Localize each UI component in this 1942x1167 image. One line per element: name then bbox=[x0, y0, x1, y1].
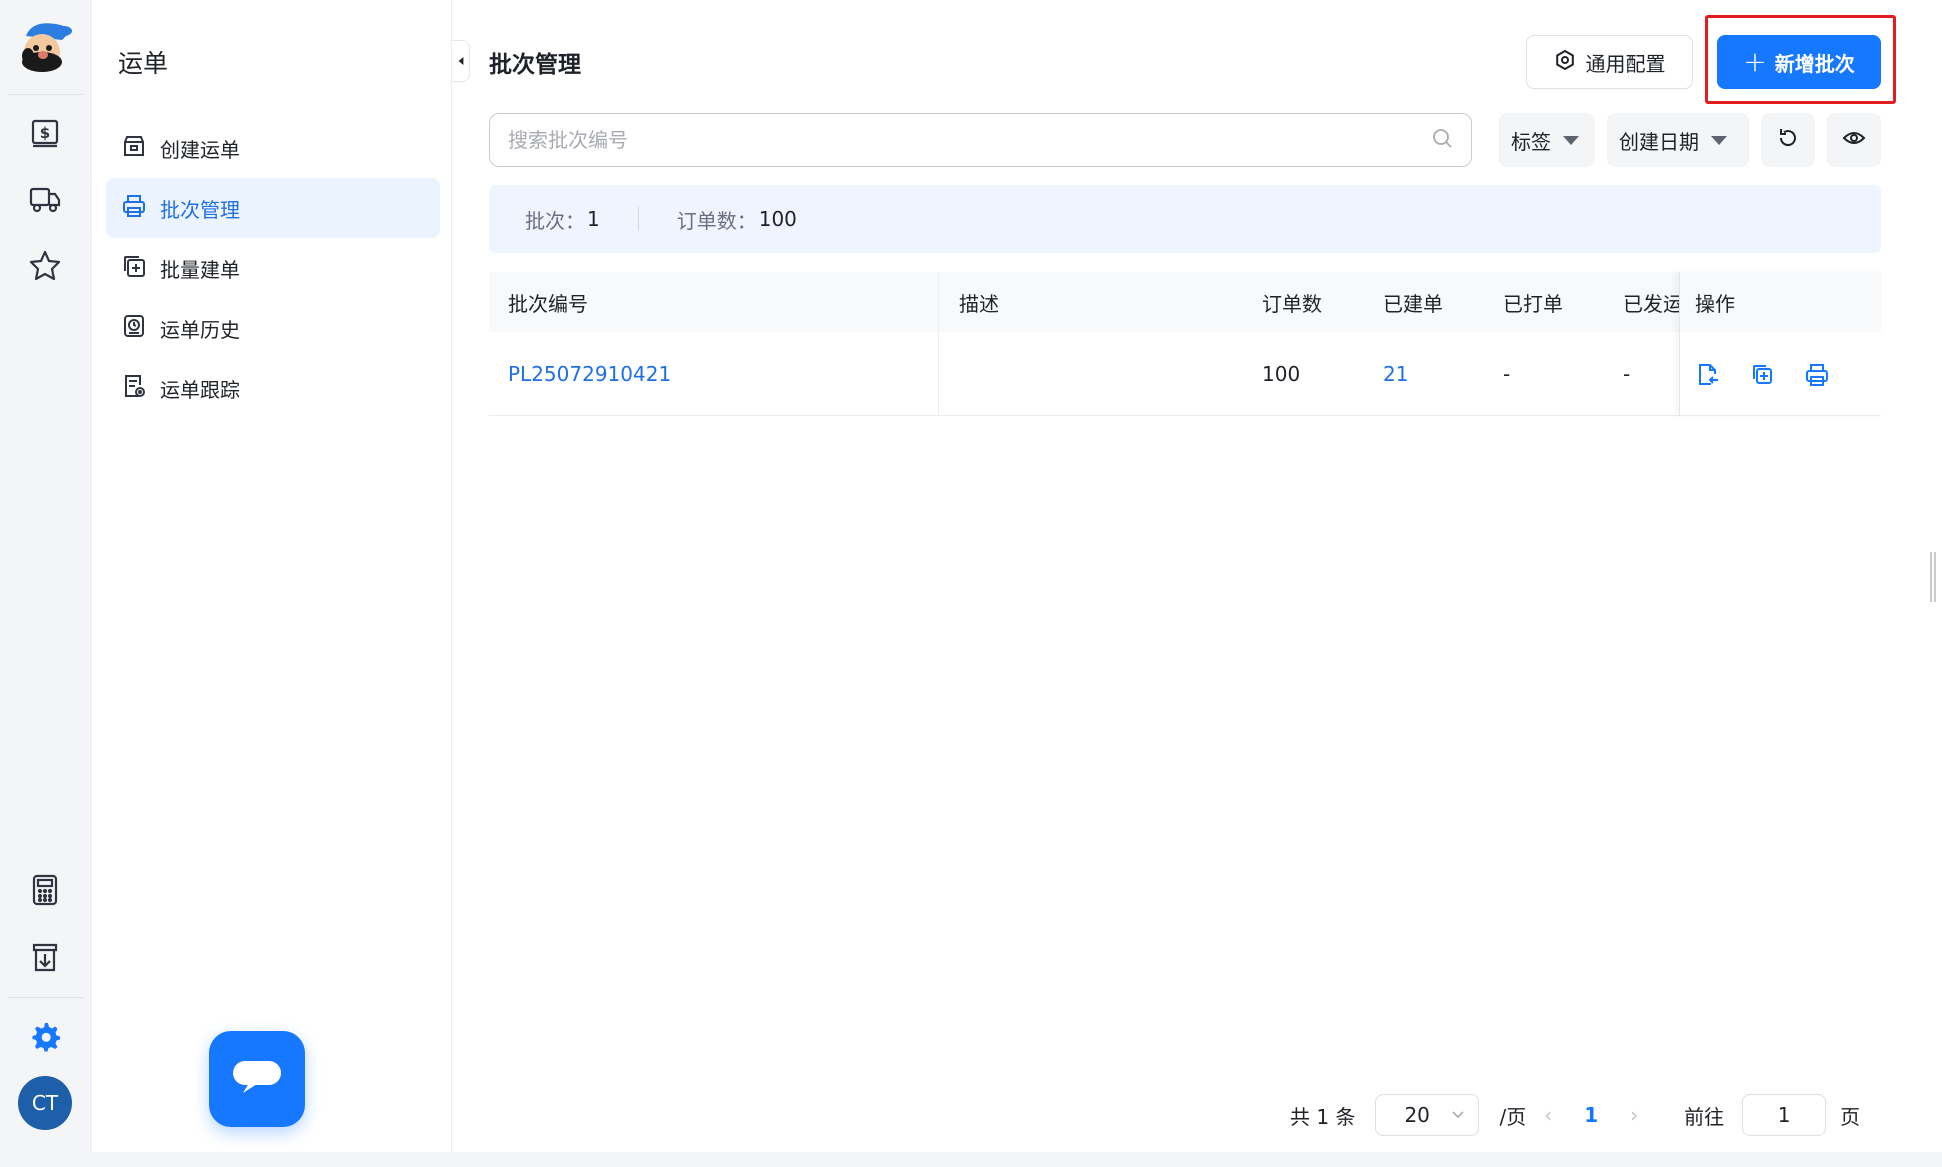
brand-logo-icon[interactable] bbox=[12, 18, 78, 78]
col-shipped: 已发运 bbox=[1623, 291, 1679, 316]
col-built: 已建单 bbox=[1383, 291, 1443, 316]
scrollbar-handle[interactable] bbox=[1930, 552, 1936, 602]
summary-bar: 批次： 1 订单数： 100 bbox=[489, 185, 1881, 253]
column-divider bbox=[938, 272, 939, 416]
col-desc: 描述 bbox=[959, 291, 999, 316]
col-batch-no: 批次编号 bbox=[508, 291, 588, 316]
chevron-down-icon bbox=[1450, 1103, 1466, 1127]
batch-orders: 100 bbox=[1262, 361, 1301, 386]
general-config-button[interactable]: 通用配置 bbox=[1526, 35, 1693, 89]
order-count-label: 订单数： bbox=[676, 208, 757, 233]
goto-label: 前往 bbox=[1684, 1104, 1725, 1129]
batch-count-value: 1 bbox=[587, 207, 600, 231]
sidebar-item-label: 创建运单 bbox=[160, 137, 240, 162]
batch-built-link[interactable]: 21 bbox=[1383, 362, 1408, 386]
col-printed: 已打单 bbox=[1503, 291, 1563, 316]
sidebar-item-batch-management[interactable]: 批次管理 bbox=[106, 178, 440, 238]
general-config-label: 通用配置 bbox=[1585, 51, 1666, 76]
tag-filter-label: 标签 bbox=[1511, 129, 1551, 154]
goto-page-input[interactable]: 1 bbox=[1742, 1094, 1827, 1136]
track-doc-icon bbox=[120, 372, 160, 405]
caret-down-icon bbox=[1711, 135, 1727, 145]
plus-icon: + bbox=[1743, 45, 1767, 78]
page-suffix: 页 bbox=[1840, 1104, 1861, 1129]
printer-icon bbox=[120, 192, 160, 225]
add-batch-label: 新增批次 bbox=[1774, 51, 1855, 76]
star-icon[interactable] bbox=[24, 245, 66, 287]
caret-down-icon bbox=[1563, 135, 1579, 145]
rail-divider bbox=[8, 94, 84, 95]
next-page-button[interactable]: › bbox=[1630, 1103, 1638, 1127]
sidebar-item-waybill-tracking[interactable]: 运单跟踪 bbox=[106, 358, 440, 418]
sidebar-item-label: 批量建单 bbox=[160, 257, 240, 282]
column-visibility-button[interactable] bbox=[1827, 113, 1881, 167]
main-content: 批次管理 通用配置 + 新增批次 标签 创建日期 bbox=[452, 0, 1942, 1167]
sidebar-item-label: 运单历史 bbox=[160, 317, 240, 342]
table-row: PL25072910421 100 21 - - bbox=[489, 332, 1881, 416]
summary-divider bbox=[637, 207, 639, 231]
eye-icon bbox=[1842, 126, 1866, 154]
sidebar-item-create-waybill[interactable]: 创建运单 bbox=[106, 118, 440, 178]
sidebar-title: 运单 bbox=[118, 49, 169, 78]
total-count: 共 1 条 bbox=[1290, 1104, 1356, 1129]
truck-icon[interactable] bbox=[24, 178, 66, 220]
refresh-button[interactable] bbox=[1761, 113, 1815, 167]
current-page[interactable]: 1 bbox=[1584, 1103, 1598, 1127]
batch-count-label: 批次： bbox=[525, 208, 585, 233]
download-doc-icon[interactable] bbox=[24, 936, 66, 978]
col-orders: 订单数 bbox=[1262, 291, 1322, 316]
history-icon bbox=[120, 312, 160, 345]
avatar[interactable]: CT bbox=[18, 1076, 72, 1130]
sidebar-item-bulk-create[interactable]: 批量建单 bbox=[106, 238, 440, 298]
date-filter[interactable]: 创建日期 bbox=[1607, 113, 1749, 167]
batch-no-link[interactable]: PL25072910421 bbox=[508, 362, 671, 386]
page-size-select[interactable]: 20 bbox=[1375, 1094, 1480, 1136]
order-count-value: 100 bbox=[758, 207, 797, 231]
batch-table: 批次编号 描述 订单数 已建单 已打单 已发运 操作 PL25072910421… bbox=[489, 272, 1881, 416]
calculator-icon[interactable] bbox=[24, 869, 66, 911]
page-title: 批次管理 bbox=[489, 52, 581, 78]
svg-text:$: $ bbox=[40, 124, 50, 142]
tag-filter[interactable]: 标签 bbox=[1499, 113, 1595, 167]
bottom-strip bbox=[0, 1152, 1942, 1167]
copy-plus-icon bbox=[120, 252, 160, 285]
sidebar-item-waybill-history[interactable]: 运单历史 bbox=[106, 298, 440, 358]
invoice-dollar-icon[interactable]: $ bbox=[24, 112, 66, 154]
add-batch-button[interactable]: + 新增批次 bbox=[1717, 35, 1881, 89]
rail-divider bbox=[8, 997, 84, 998]
settings-icon bbox=[1554, 49, 1586, 76]
sidebar-item-label: 运单跟踪 bbox=[160, 377, 240, 402]
pagination: 共 1 条 20 /页 ‹ 1 › 前往 1 页 bbox=[1290, 1093, 1860, 1137]
per-page-label: /页 bbox=[1499, 1104, 1527, 1129]
gear-icon[interactable] bbox=[24, 1015, 66, 1057]
prev-page-button[interactable]: ‹ bbox=[1544, 1103, 1552, 1127]
chat-button[interactable] bbox=[209, 1031, 305, 1127]
search-icon[interactable] bbox=[1431, 127, 1453, 153]
page-size-value: 20 bbox=[1404, 1103, 1430, 1127]
batch-shipped: - bbox=[1623, 361, 1631, 386]
app-root: $ CT 运单 创建运单 批次管理 批量建单 运单历史 运单跟踪 批次管理 通用… bbox=[0, 0, 1942, 1167]
icon-rail: $ CT bbox=[0, 0, 92, 1152]
sidebar-nav: 创建运单 批次管理 批量建单 运单历史 运单跟踪 bbox=[106, 118, 440, 418]
table-header: 批次编号 描述 订单数 已建单 已打单 已发运 操作 bbox=[489, 272, 1881, 332]
date-filter-label: 创建日期 bbox=[1619, 129, 1699, 154]
sidebar-item-label: 批次管理 bbox=[160, 197, 240, 222]
box-icon bbox=[120, 132, 160, 165]
batch-printed: - bbox=[1503, 361, 1511, 386]
search-box bbox=[489, 113, 1472, 167]
search-input[interactable] bbox=[508, 128, 1431, 152]
ops-column-divider bbox=[1679, 272, 1881, 416]
refresh-icon bbox=[1776, 126, 1800, 154]
chat-bubble-icon bbox=[229, 1057, 285, 1101]
sub-sidebar: 运单 创建运单 批次管理 批量建单 运单历史 运单跟踪 bbox=[92, 0, 452, 1152]
